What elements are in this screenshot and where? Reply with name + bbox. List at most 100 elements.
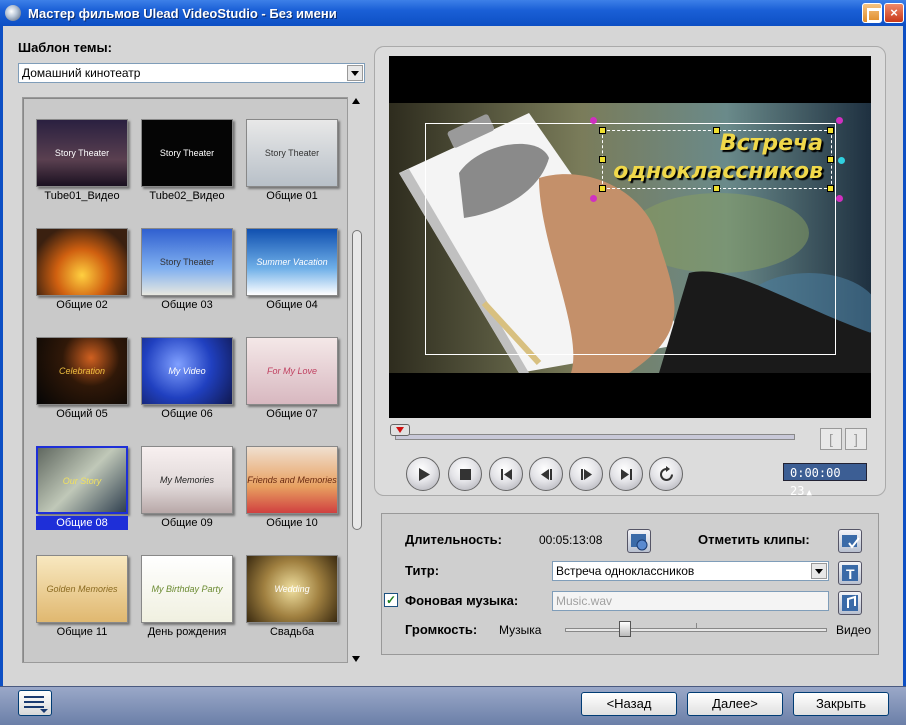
template-thumbnail[interactable]: Story Theater Общие 03 xyxy=(141,228,233,316)
title-text-icon: T xyxy=(842,565,858,582)
template-caption: Tube01_Видео xyxy=(44,190,120,202)
volume-label: Громкость: xyxy=(405,622,478,637)
mark-out-button[interactable]: ] xyxy=(845,428,867,450)
resize-handle[interactable] xyxy=(599,156,606,163)
resize-handle[interactable] xyxy=(827,185,834,192)
template-preview-text: Wedding xyxy=(274,584,310,594)
music-browse-button[interactable] xyxy=(838,591,862,615)
title-line-1: Встреча xyxy=(719,131,823,156)
title-line-2: одноклассников xyxy=(613,159,823,184)
rotate-handle[interactable] xyxy=(836,117,843,124)
timeline-scrubber[interactable] xyxy=(390,424,410,436)
template-caption: Свадьба xyxy=(269,626,315,638)
resize-handle[interactable] xyxy=(713,185,720,192)
rotate-handle[interactable] xyxy=(590,117,597,124)
template-thumbnail[interactable]: Wedding Свадьба xyxy=(246,555,338,643)
template-thumbnail[interactable]: Story Theater Tube02_Видео xyxy=(141,119,233,207)
stop-button[interactable] xyxy=(448,457,482,491)
next-frame-button[interactable] xyxy=(569,457,603,491)
title-edit-button[interactable]: T xyxy=(838,561,862,585)
template-preview-image: Story Theater xyxy=(141,228,233,296)
repeat-button[interactable] xyxy=(649,457,683,491)
music-file-field[interactable]: Music.wav xyxy=(552,591,829,611)
resize-handle[interactable] xyxy=(713,127,720,134)
template-caption: Общий 05 xyxy=(56,408,108,420)
menu-button[interactable] xyxy=(18,690,52,716)
minimize-button[interactable] xyxy=(862,3,882,23)
go-to-start-button[interactable] xyxy=(489,457,523,491)
mark-clips-label: Отметить клипы: xyxy=(698,532,810,547)
next-button[interactable]: Далее> xyxy=(687,692,783,716)
template-preview-text: Our Story xyxy=(62,476,102,486)
template-caption: Общие 08 xyxy=(36,516,128,530)
prev-frame-icon xyxy=(541,469,552,480)
skip-start-icon xyxy=(501,469,512,480)
template-thumbnail[interactable]: Friends and Memories Общие 10 xyxy=(246,446,338,534)
template-preview-image: Story Theater xyxy=(246,119,338,187)
mark-clips-button[interactable] xyxy=(838,529,862,553)
theme-dropdown[interactable]: Домашний кинотеатр xyxy=(18,63,365,83)
template-caption: Общие 04 xyxy=(266,299,318,311)
duration-label: Длительность: xyxy=(405,532,502,547)
timecode-spinner-icon[interactable]: ▲ xyxy=(806,488,811,498)
chevron-down-icon[interactable] xyxy=(811,563,827,579)
background-music-label: Фоновая музыка: xyxy=(405,593,519,608)
template-thumbnail[interactable]: Story Theater Tube01_Видео xyxy=(36,119,128,207)
template-thumbnail[interactable]: My Video Общие 06 xyxy=(141,337,233,425)
go-to-end-button[interactable] xyxy=(609,457,643,491)
template-thumbnail[interactable]: My Memories Общие 09 xyxy=(141,446,233,534)
scroll-up-arrow[interactable] xyxy=(351,98,361,106)
background-music-checkbox[interactable]: ✓ xyxy=(384,593,398,607)
volume-video-label: Видео xyxy=(836,623,872,637)
close-window-button[interactable]: × xyxy=(884,3,904,23)
play-icon xyxy=(419,468,430,481)
theme-dropdown-value: Домашний кинотеатр xyxy=(22,66,141,80)
previous-frame-button[interactable] xyxy=(529,457,563,491)
template-thumbnail[interactable]: Golden Memories Общие 11 xyxy=(36,555,128,643)
template-preview-text: Story Theater xyxy=(54,148,110,158)
clip-check-icon xyxy=(842,535,860,549)
template-preview-image: Summer Vacation xyxy=(246,228,338,296)
template-thumbnail[interactable]: My Birthday Party День рождения xyxy=(141,555,233,643)
mark-in-button[interactable]: [ xyxy=(820,428,842,450)
template-thumbnail[interactable]: Celebration Общий 05 xyxy=(36,337,128,425)
template-thumbnail[interactable]: For My Love Общие 07 xyxy=(246,337,338,425)
template-thumbnail[interactable]: Story Theater Общие 01 xyxy=(246,119,338,207)
rotate-handle[interactable] xyxy=(590,195,597,202)
theme-label: Шаблон темы: xyxy=(18,40,112,55)
play-button[interactable] xyxy=(406,457,440,491)
skew-handle[interactable] xyxy=(838,157,845,164)
title-bar: Мастер фильмов Ulead VideoStudio - Без и… xyxy=(0,0,906,26)
template-caption: Общие 07 xyxy=(266,408,318,420)
duration-settings-button[interactable] xyxy=(627,529,651,553)
chevron-down-icon[interactable] xyxy=(347,65,363,81)
template-thumbnail[interactable]: Summer Vacation Общие 04 xyxy=(246,228,338,316)
resize-handle[interactable] xyxy=(827,127,834,134)
rotate-handle[interactable] xyxy=(836,195,843,202)
back-button[interactable]: <Назад xyxy=(581,692,677,716)
template-thumbnail[interactable]: Our Story Общие 08 xyxy=(36,446,128,534)
template-thumbnail[interactable]: Общие 02 xyxy=(36,228,128,316)
close-button[interactable]: Закрыть xyxy=(793,692,889,716)
template-preview-text: Celebration xyxy=(58,366,106,376)
scroll-down-arrow[interactable] xyxy=(351,656,361,664)
template-caption: Общие 11 xyxy=(56,626,108,638)
title-text-box[interactable]: Встреча одноклассников xyxy=(602,130,832,189)
timecode-display[interactable]: 0:00:00 23 ▲ xyxy=(783,463,867,498)
clock-gear-icon xyxy=(631,534,648,551)
template-preview-image: Story Theater xyxy=(36,119,128,187)
scrollbar-thumb[interactable] xyxy=(352,230,362,530)
resize-handle[interactable] xyxy=(599,185,606,192)
title-dropdown[interactable]: Встреча одноклассников xyxy=(552,561,829,581)
template-preview-text: Golden Memories xyxy=(46,584,118,594)
template-preview-text: Friends and Memories xyxy=(247,475,337,485)
skip-end-icon xyxy=(621,469,632,480)
template-preview-image: My Memories xyxy=(141,446,233,514)
timeline-bar[interactable] xyxy=(395,434,795,440)
volume-slider-thumb[interactable] xyxy=(619,621,632,637)
template-caption: Общие 02 xyxy=(56,299,108,311)
template-preview-text: My Birthday Party xyxy=(151,584,223,594)
resize-handle[interactable] xyxy=(599,127,606,134)
stop-icon xyxy=(460,469,471,480)
resize-handle[interactable] xyxy=(827,156,834,163)
